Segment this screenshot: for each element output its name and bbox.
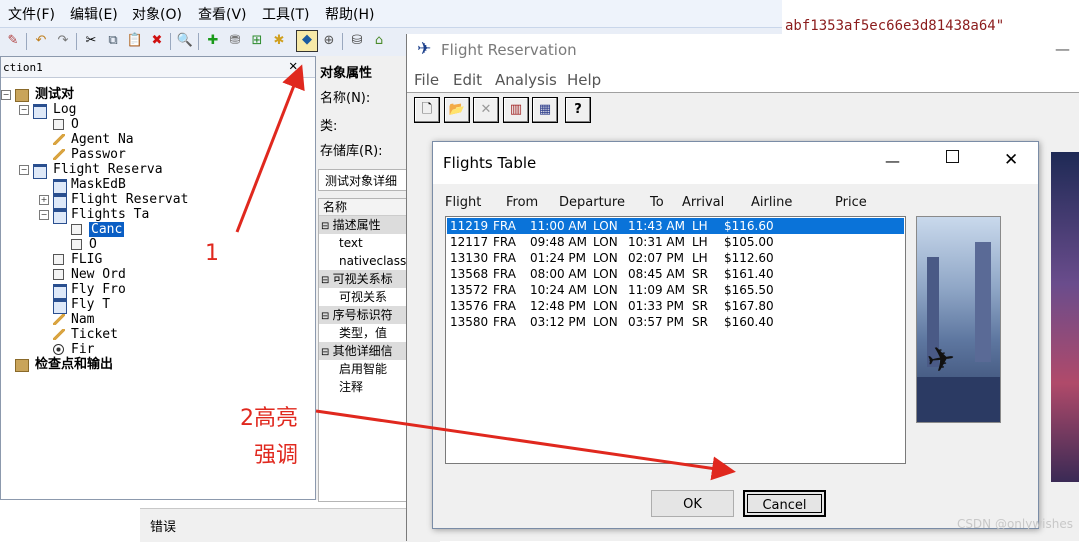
- arrow-to-highlight-button: [235, 64, 305, 233]
- annotation-step-2-emphasis: 强调: [254, 443, 299, 468]
- arrow-to-flights-list: [315, 409, 736, 481]
- annotation-step-1: 1: [205, 241, 219, 266]
- watermark: CSDN @onlywishes: [956, 517, 1073, 531]
- annotation-step-2: 2高亮: [240, 406, 298, 431]
- annotation-arrows: [235, 64, 736, 481]
